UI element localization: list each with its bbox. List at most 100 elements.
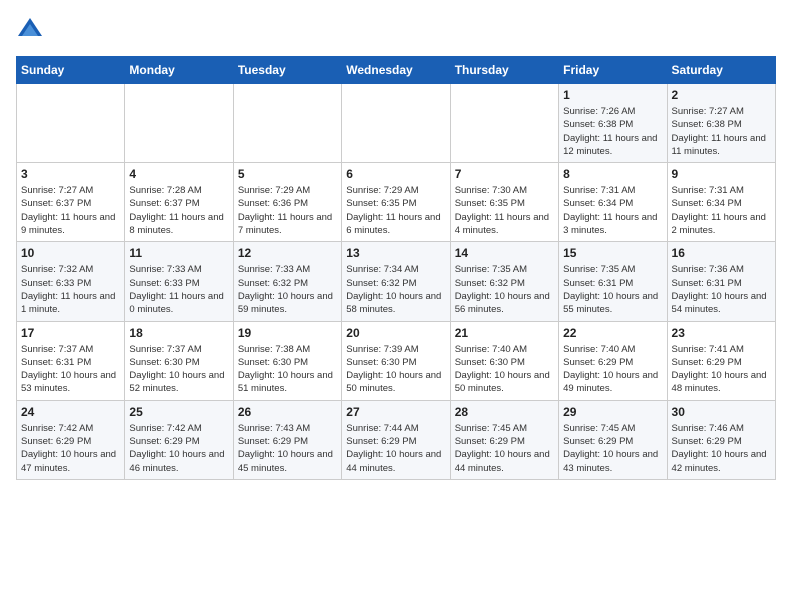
day-number: 16 (672, 246, 771, 260)
day-cell: 4 Sunrise: 7:28 AMSunset: 6:37 PMDaylight… (125, 163, 233, 242)
page-header (16, 16, 776, 44)
day-info: Sunrise: 7:40 AMSunset: 6:30 PMDaylight:… (455, 343, 554, 396)
day-info: Sunrise: 7:37 AMSunset: 6:31 PMDaylight:… (21, 343, 120, 396)
day-cell: 27 Sunrise: 7:44 AMSunset: 6:29 PMDayligh… (342, 400, 450, 479)
day-number: 12 (238, 246, 337, 260)
day-cell: 8Sunrise: 7:31 AMSunset: 6:34 PMDaylight… (559, 163, 667, 242)
day-info: Sunrise: 7:27 AMSunset: 6:37 PMDaylight:… (21, 184, 120, 237)
day-cell: 22 Sunrise: 7:40 AMSunset: 6:29 PMDayligh… (559, 321, 667, 400)
day-cell: 3 Sunrise: 7:27 AMSunset: 6:37 PMDaylight… (17, 163, 125, 242)
header-row: SundayMondayTuesdayWednesdayThursdayFrid… (17, 57, 776, 84)
day-cell (450, 84, 558, 163)
day-number: 11 (129, 246, 228, 260)
column-header-saturday: Saturday (667, 57, 775, 84)
day-number: 27 (346, 405, 445, 419)
day-number: 6 (346, 167, 445, 181)
day-info: Sunrise: 7:34 AMSunset: 6:32 PMDaylight:… (346, 263, 445, 316)
day-number: 5 (238, 167, 337, 181)
day-cell (233, 84, 341, 163)
day-number: 3 (21, 167, 120, 181)
day-cell: 29 Sunrise: 7:45 AMSunset: 6:29 PMDayligh… (559, 400, 667, 479)
day-number: 22 (563, 326, 662, 340)
day-number: 20 (346, 326, 445, 340)
day-info: Sunrise: 7:35 AMSunset: 6:31 PMDaylight:… (563, 263, 662, 316)
day-number: 2 (672, 88, 771, 102)
day-number: 29 (563, 405, 662, 419)
week-row-5: 24Sunrise: 7:42 AMSunset: 6:29 PMDayligh… (17, 400, 776, 479)
day-cell: 9 Sunrise: 7:31 AMSunset: 6:34 PMDaylight… (667, 163, 775, 242)
day-cell: 26 Sunrise: 7:43 AMSunset: 6:29 PMDayligh… (233, 400, 341, 479)
week-row-1: 1 Sunrise: 7:26 AMSunset: 6:38 PMDaylight… (17, 84, 776, 163)
day-cell: 28 Sunrise: 7:45 AMSunset: 6:29 PMDayligh… (450, 400, 558, 479)
day-info: Sunrise: 7:33 AMSunset: 6:33 PMDaylight:… (129, 263, 228, 316)
day-number: 13 (346, 246, 445, 260)
day-cell: 20 Sunrise: 7:39 AMSunset: 6:30 PMDayligh… (342, 321, 450, 400)
day-info: Sunrise: 7:27 AMSunset: 6:38 PMDaylight:… (672, 105, 771, 158)
column-header-sunday: Sunday (17, 57, 125, 84)
day-info: Sunrise: 7:31 AMSunset: 6:34 PMDaylight:… (672, 184, 771, 237)
week-row-2: 3 Sunrise: 7:27 AMSunset: 6:37 PMDaylight… (17, 163, 776, 242)
calendar-table: SundayMondayTuesdayWednesdayThursdayFrid… (16, 56, 776, 480)
day-cell: 18 Sunrise: 7:37 AMSunset: 6:30 PMDayligh… (125, 321, 233, 400)
day-cell: 14Sunrise: 7:35 AMSunset: 6:32 PMDayligh… (450, 242, 558, 321)
day-info: Sunrise: 7:45 AMSunset: 6:29 PMDaylight:… (563, 422, 662, 475)
day-cell: 13 Sunrise: 7:34 AMSunset: 6:32 PMDayligh… (342, 242, 450, 321)
day-cell (17, 84, 125, 163)
day-cell: 11 Sunrise: 7:33 AMSunset: 6:33 PMDayligh… (125, 242, 233, 321)
day-info: Sunrise: 7:29 AMSunset: 6:36 PMDaylight:… (238, 184, 337, 237)
day-cell: 6Sunrise: 7:29 AMSunset: 6:35 PMDaylight… (342, 163, 450, 242)
day-cell: 23Sunrise: 7:41 AMSunset: 6:29 PMDayligh… (667, 321, 775, 400)
logo (16, 16, 48, 44)
day-cell: 25 Sunrise: 7:42 AMSunset: 6:29 PMDayligh… (125, 400, 233, 479)
day-info: Sunrise: 7:42 AMSunset: 6:29 PMDaylight:… (129, 422, 228, 475)
day-info: Sunrise: 7:37 AMSunset: 6:30 PMDaylight:… (129, 343, 228, 396)
day-number: 18 (129, 326, 228, 340)
column-header-friday: Friday (559, 57, 667, 84)
day-number: 30 (672, 405, 771, 419)
calendar-header: SundayMondayTuesdayWednesdayThursdayFrid… (17, 57, 776, 84)
day-number: 21 (455, 326, 554, 340)
day-info: Sunrise: 7:26 AMSunset: 6:38 PMDaylight:… (563, 105, 662, 158)
day-number: 25 (129, 405, 228, 419)
week-row-3: 10 Sunrise: 7:32 AMSunset: 6:33 PMDayligh… (17, 242, 776, 321)
day-number: 19 (238, 326, 337, 340)
day-info: Sunrise: 7:30 AMSunset: 6:35 PMDaylight:… (455, 184, 554, 237)
day-cell: 5 Sunrise: 7:29 AMSunset: 6:36 PMDaylight… (233, 163, 341, 242)
day-number: 7 (455, 167, 554, 181)
day-number: 17 (21, 326, 120, 340)
day-cell: 21 Sunrise: 7:40 AMSunset: 6:30 PMDayligh… (450, 321, 558, 400)
column-header-tuesday: Tuesday (233, 57, 341, 84)
day-info: Sunrise: 7:39 AMSunset: 6:30 PMDaylight:… (346, 343, 445, 396)
day-cell: 1 Sunrise: 7:26 AMSunset: 6:38 PMDaylight… (559, 84, 667, 163)
day-info: Sunrise: 7:28 AMSunset: 6:37 PMDaylight:… (129, 184, 228, 237)
day-info: Sunrise: 7:43 AMSunset: 6:29 PMDaylight:… (238, 422, 337, 475)
day-info: Sunrise: 7:35 AMSunset: 6:32 PMDaylight:… (455, 263, 554, 316)
day-cell: 2 Sunrise: 7:27 AMSunset: 6:38 PMDaylight… (667, 84, 775, 163)
day-info: Sunrise: 7:44 AMSunset: 6:29 PMDaylight:… (346, 422, 445, 475)
day-info: Sunrise: 7:40 AMSunset: 6:29 PMDaylight:… (563, 343, 662, 396)
day-cell (342, 84, 450, 163)
day-number: 9 (672, 167, 771, 181)
day-number: 15 (563, 246, 662, 260)
day-cell: 30Sunrise: 7:46 AMSunset: 6:29 PMDayligh… (667, 400, 775, 479)
day-info: Sunrise: 7:41 AMSunset: 6:29 PMDaylight:… (672, 343, 771, 396)
day-info: Sunrise: 7:36 AMSunset: 6:31 PMDaylight:… (672, 263, 771, 316)
day-cell: 15 Sunrise: 7:35 AMSunset: 6:31 PMDayligh… (559, 242, 667, 321)
day-cell: 16 Sunrise: 7:36 AMSunset: 6:31 PMDayligh… (667, 242, 775, 321)
day-cell: 12Sunrise: 7:33 AMSunset: 6:32 PMDayligh… (233, 242, 341, 321)
column-header-thursday: Thursday (450, 57, 558, 84)
day-number: 28 (455, 405, 554, 419)
day-info: Sunrise: 7:45 AMSunset: 6:29 PMDaylight:… (455, 422, 554, 475)
day-number: 10 (21, 246, 120, 260)
day-cell: 10 Sunrise: 7:32 AMSunset: 6:33 PMDayligh… (17, 242, 125, 321)
day-number: 8 (563, 167, 662, 181)
column-header-monday: Monday (125, 57, 233, 84)
day-number: 4 (129, 167, 228, 181)
day-info: Sunrise: 7:42 AMSunset: 6:29 PMDaylight:… (21, 422, 120, 475)
day-number: 1 (563, 88, 662, 102)
calendar-body: 1 Sunrise: 7:26 AMSunset: 6:38 PMDaylight… (17, 84, 776, 480)
day-cell: 19Sunrise: 7:38 AMSunset: 6:30 PMDayligh… (233, 321, 341, 400)
day-number: 26 (238, 405, 337, 419)
week-row-4: 17 Sunrise: 7:37 AMSunset: 6:31 PMDayligh… (17, 321, 776, 400)
day-info: Sunrise: 7:32 AMSunset: 6:33 PMDaylight:… (21, 263, 120, 316)
